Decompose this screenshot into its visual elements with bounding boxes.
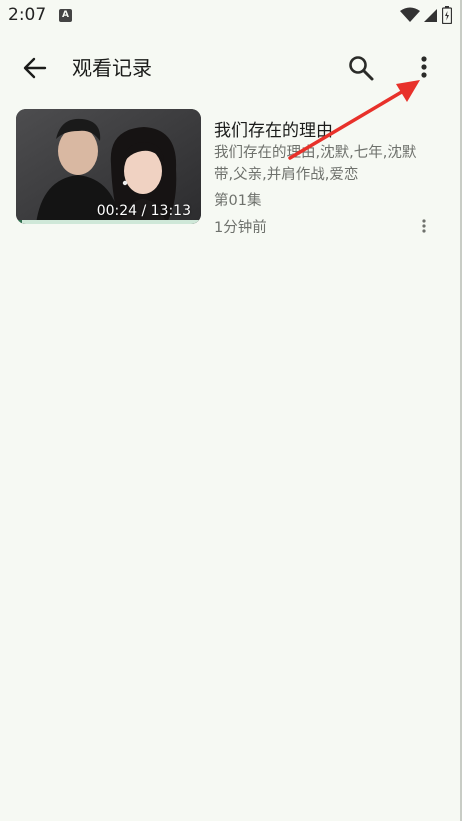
status-bar: 2:07 A: [0, 0, 462, 32]
video-thumbnail[interactable]: 00:24 / 13:13: [16, 109, 201, 224]
battery-icon: [442, 6, 452, 24]
progress-fill: [16, 220, 22, 224]
page-title: 观看记录: [72, 56, 152, 80]
search-icon: [349, 56, 374, 81]
arrow-back-icon: [23, 57, 47, 79]
progress-track: [16, 220, 201, 224]
more-options-button[interactable]: [410, 53, 438, 83]
system-icons: [400, 6, 452, 24]
app-bar: 观看记录: [0, 40, 462, 96]
wifi-icon: [400, 7, 420, 22]
item-more-button[interactable]: [415, 216, 433, 236]
more-vert-icon: [421, 56, 427, 78]
video-title: 我们存在的理由: [214, 121, 333, 141]
search-button[interactable]: [346, 53, 376, 83]
duration-label: 00:24 / 13:13: [96, 203, 191, 219]
signal-icon: [424, 9, 437, 22]
history-item[interactable]: 00:24 / 13:13 我们存在的理由 我们存在的理由,沈默,七年,沈默带,…: [0, 104, 462, 244]
more-vert-icon: [422, 219, 426, 233]
back-button[interactable]: [21, 54, 49, 82]
notification-app-icon: A: [59, 9, 72, 22]
status-time: 2:07: [8, 5, 47, 25]
watched-time: 1分钟前: [214, 220, 267, 236]
video-tags: 我们存在的理由,沈默,七年,沈默带,父亲,并肩作战,爱恋: [214, 145, 417, 183]
episode-label: 第01集: [214, 193, 262, 209]
